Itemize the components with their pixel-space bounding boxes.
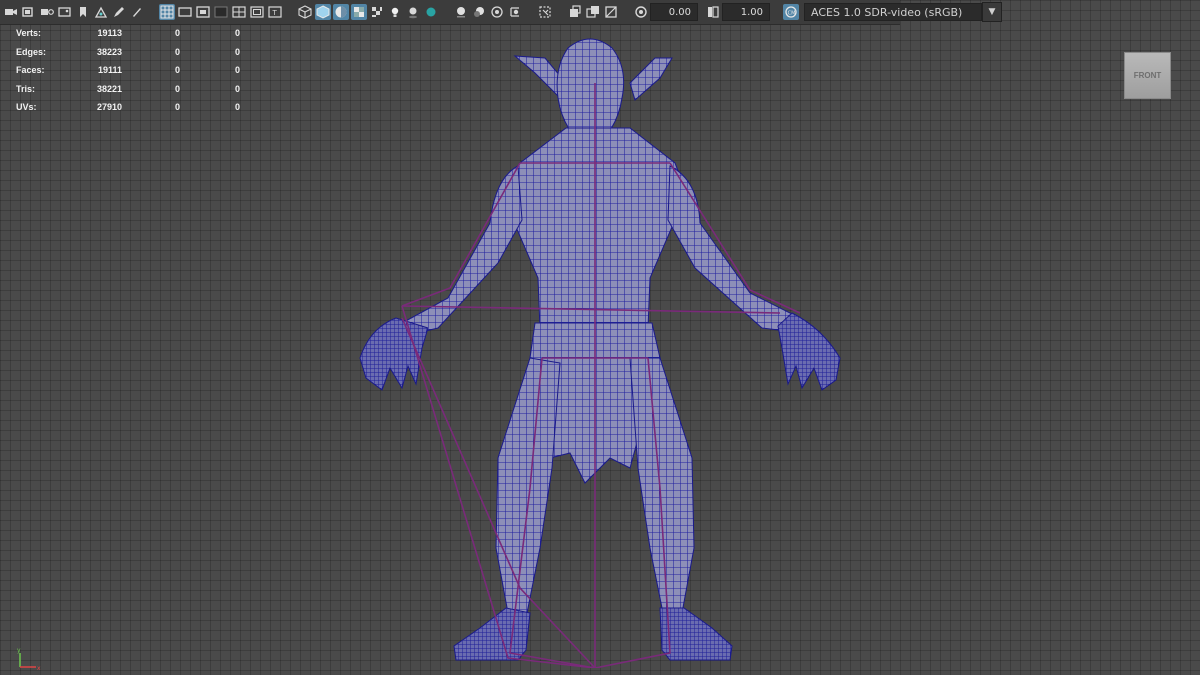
hud-value: 0 [234,28,240,39]
svg-text:y: y [17,647,21,654]
color-space-dropdown[interactable]: ACES 1.0 SDR-video (sRGB) [804,3,982,21]
gate-mask-icon[interactable] [213,4,229,20]
hud-value: 0 [174,83,180,94]
wireframe-icon[interactable] [297,4,313,20]
gamma-field[interactable]: 1.00 [722,3,770,21]
hud-value: 19111 [97,65,122,76]
ambient-occlusion-icon[interactable] [423,4,439,20]
depth-of-field-icon[interactable] [489,4,505,20]
safe-title-icon[interactable]: T [267,4,283,20]
motion-blur-icon[interactable] [453,4,469,20]
wireframe-on-shaded-icon[interactable] [333,4,349,20]
hud-row-verts: Verts: 19113 0 0 [16,24,240,43]
viewport-toolbar: T 0.00 1.00 CM ACES 1.0 SDR-video (sRGB)… [0,0,1002,25]
hud-value: 0 [234,65,240,76]
safe-action-icon[interactable] [249,4,265,20]
lights-icon[interactable] [387,4,403,20]
poly-count-hud: Verts: 19113 0 0 Edges: 38223 0 0 Faces:… [16,24,240,117]
resolution-gate-icon[interactable] [195,4,211,20]
textured-icon[interactable] [351,4,367,20]
hud-value: 0 [234,83,240,94]
shadows-icon[interactable] [405,4,421,20]
hud-value: 0 [174,28,180,39]
chevron-down-icon[interactable]: ▼ [982,2,1002,22]
smooth-shade-icon[interactable] [315,4,331,20]
hud-row-faces: Faces: 19111 0 0 [16,61,240,80]
image-plane-icon[interactable] [57,4,73,20]
film-gate-icon[interactable] [177,4,193,20]
pencil-icon[interactable] [129,4,145,20]
isolate-icon[interactable] [507,4,523,20]
hud-value: 0 [174,65,180,76]
hud-label: Faces: [16,65,45,76]
hud-value: 38221 [96,83,122,94]
camera-icon[interactable] [3,4,19,20]
camera-attributes-icon[interactable] [21,4,37,20]
anti-aliasing-icon[interactable] [471,4,487,20]
axis-gizmo-icon: y x [17,647,41,671]
svg-text:x: x [37,665,41,671]
xray-icon[interactable] [537,4,553,20]
hud-value: 0 [174,46,180,57]
svg-text:CM: CM [788,10,796,16]
hud-value: 0 [234,102,240,113]
svg-text:T: T [272,9,278,17]
backface-culling-icon[interactable] [603,4,619,20]
hud-value: 27910 [96,102,122,113]
hud-row-tris: Tris: 38221 0 0 [16,80,240,99]
gamma-icon[interactable] [705,4,721,20]
hud-row-uvs: UVs: 27910 0 0 [16,98,240,117]
bookmark-icon[interactable] [75,4,91,20]
hud-row-edges: Edges: 38223 0 0 [16,43,240,62]
camera-lock-icon[interactable] [39,4,55,20]
hud-value: 38223 [96,46,122,57]
pan-zoom-icon[interactable] [93,4,109,20]
exposure-icon[interactable] [633,4,649,20]
field-chart-icon[interactable] [231,4,247,20]
grease-pencil-icon[interactable] [111,4,127,20]
grid-icon[interactable] [159,4,175,20]
body-mesh [359,38,841,661]
hud-label: Tris: [16,83,36,94]
character-wireframe-model[interactable] [330,28,870,668]
hud-label: Verts: [16,28,42,39]
hud-value: 0 [174,102,180,113]
hud-value: 19113 [97,28,122,39]
xray-joints-icon[interactable] [567,4,583,20]
xray-active-components-icon[interactable] [585,4,601,20]
hud-label: Edges: [16,46,47,57]
exposure-field[interactable]: 0.00 [650,3,698,21]
viewcube-front[interactable]: FRONT [1124,52,1171,99]
hud-label: UVs: [16,102,37,113]
color-management-icon[interactable]: CM [783,4,799,20]
checker-icon[interactable] [369,4,385,20]
hud-value: 0 [234,46,240,57]
